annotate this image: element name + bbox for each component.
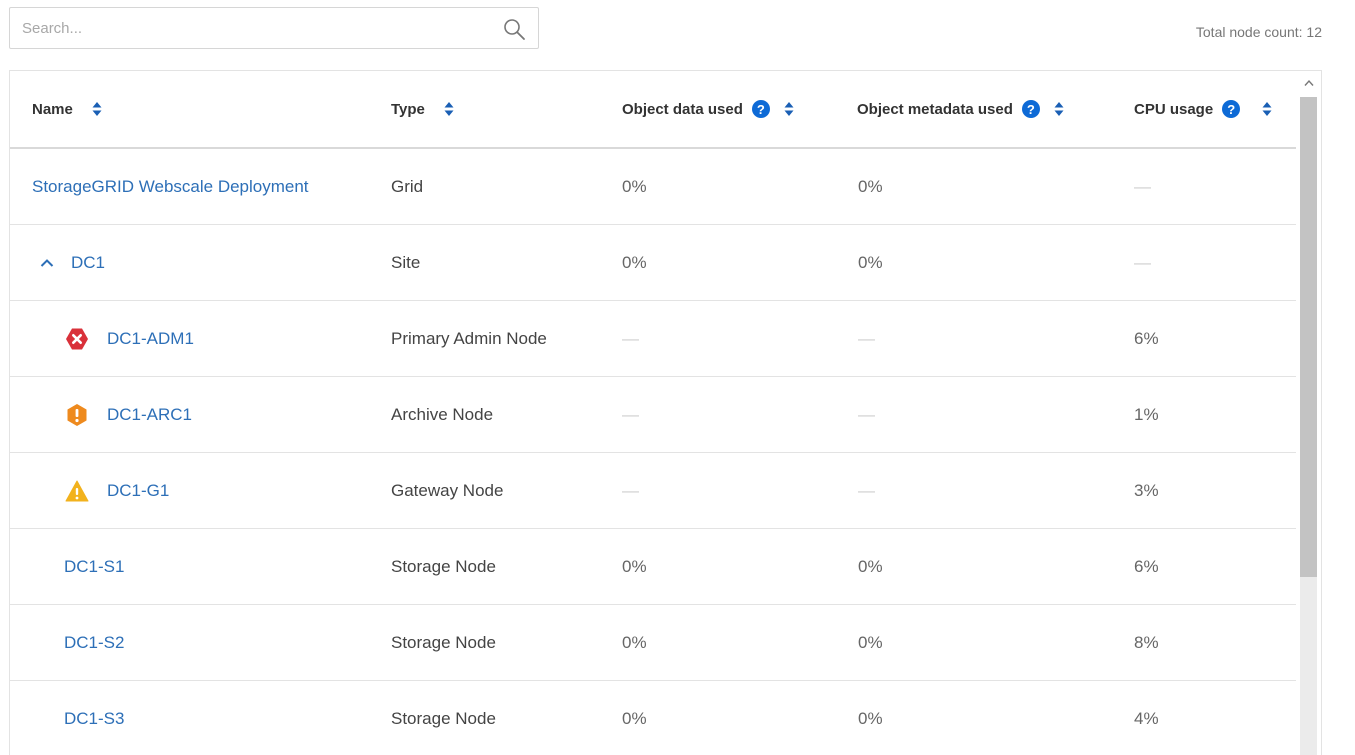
cpu-usage-value: 8% [1134,632,1159,652]
object-metadata-value: 0% [858,632,883,652]
node-name-link[interactable]: DC1-S3 [64,709,124,729]
sort-icon[interactable] [444,101,454,117]
table-row: StorageGRID Webscale Deployment Grid 0% … [10,149,1298,225]
object-metadata-value: 0% [858,556,883,576]
help-icon[interactable]: ? [751,100,770,118]
cpu-usage-value: 1% [1134,404,1159,424]
critical-error-icon [66,328,88,349]
minor-warning-icon [65,480,89,501]
cpu-usage-value: 6% [1134,328,1159,348]
scrollbar-thumb[interactable] [1300,97,1317,577]
object-metadata-value: — [858,480,875,500]
nodes-table: Name Type Object data used ? Object meta… [9,70,1322,755]
sort-icon[interactable] [784,101,794,117]
column-header-name[interactable]: Name [32,71,102,147]
total-node-count-label: Total node count: 12 [1195,24,1322,40]
object-data-value: 0% [622,556,647,576]
help-icon[interactable]: ? [1222,100,1241,118]
scroll-up-arrow-icon[interactable] [1304,79,1314,87]
sort-icon[interactable] [92,101,102,117]
object-metadata-value: 0% [858,252,883,272]
cpu-usage-value: — [1134,252,1151,272]
object-metadata-value: 0% [858,708,883,728]
chevron-up-icon[interactable] [40,258,54,268]
cpu-usage-value: 3% [1134,480,1159,500]
table-row: DC1-ARC1 Archive Node — — 1% [10,377,1298,453]
table-header: Name Type Object data used ? Object meta… [10,71,1298,149]
table-row: DC1-S3 Storage Node 0% 0% 4% [10,681,1298,755]
table-row: DC1-S1 Storage Node 0% 0% 6% [10,529,1298,605]
search-input[interactable] [10,8,490,48]
total-node-count: Total node count: 12 [1196,24,1322,40]
cpu-usage-value: — [1134,176,1151,196]
table-row: DC1 Site 0% 0% — [10,225,1298,301]
scrollbar-track[interactable] [1300,577,1317,755]
node-type: Storage Node [391,708,496,728]
table-row: DC1-S2 Storage Node 0% 0% 8% [10,605,1298,681]
table-row: DC1-ADM1 Primary Admin Node — — 6% [10,301,1298,377]
node-name-link[interactable]: DC1-G1 [107,481,169,501]
table-row: DC1-G1 Gateway Node — — 3% [10,453,1298,529]
node-type: Primary Admin Node [391,328,547,348]
sort-icon[interactable] [1262,101,1272,117]
cpu-usage-value: 6% [1134,556,1159,576]
help-icon[interactable]: ? [1021,100,1040,118]
column-header-name-label: Name [32,100,73,118]
column-header-object-metadata-used[interactable]: Object metadata used ? [857,71,1064,147]
sort-icon[interactable] [1054,101,1064,117]
node-type: Storage Node [391,632,496,652]
node-type: Storage Node [391,556,496,576]
node-name-link[interactable]: DC1-ADM1 [107,329,194,349]
node-type: Gateway Node [391,480,504,500]
object-data-value: 0% [622,632,647,652]
column-header-object-data-used[interactable]: Object data used ? [622,71,794,147]
object-data-value: — [622,480,639,500]
node-type: Grid [391,176,424,196]
object-data-value: 0% [622,252,647,272]
node-name-link[interactable]: StorageGRID Webscale Deployment [32,177,309,197]
node-name-link[interactable]: DC1-S1 [64,557,124,577]
object-data-value: — [622,404,639,424]
column-header-cpu-usage[interactable]: CPU usage ? [1134,71,1272,147]
search-box[interactable] [9,7,539,49]
node-name-link[interactable]: DC1 [71,253,105,273]
column-header-type[interactable]: Type [391,71,454,147]
cpu-usage-value: 4% [1134,708,1159,728]
object-metadata-value: — [858,328,875,348]
vertical-scrollbar[interactable] [1296,71,1321,755]
node-name-link[interactable]: DC1-ARC1 [107,405,192,425]
column-header-object-data-label: Object data used [622,100,743,118]
object-metadata-value: 0% [858,176,883,196]
column-header-cpu-label: CPU usage [1134,100,1214,118]
node-name-link[interactable]: DC1-S2 [64,633,124,653]
search-icon[interactable] [502,17,526,41]
node-type: Site [391,252,421,272]
object-metadata-value: — [858,404,875,424]
column-header-object-metadata-label: Object metadata used [857,100,1013,118]
object-data-value: 0% [622,176,647,196]
node-type: Archive Node [391,404,494,424]
object-data-value: — [622,328,639,348]
object-data-value: 0% [622,708,647,728]
major-alert-icon [67,403,87,426]
column-header-type-label: Type [391,100,425,118]
